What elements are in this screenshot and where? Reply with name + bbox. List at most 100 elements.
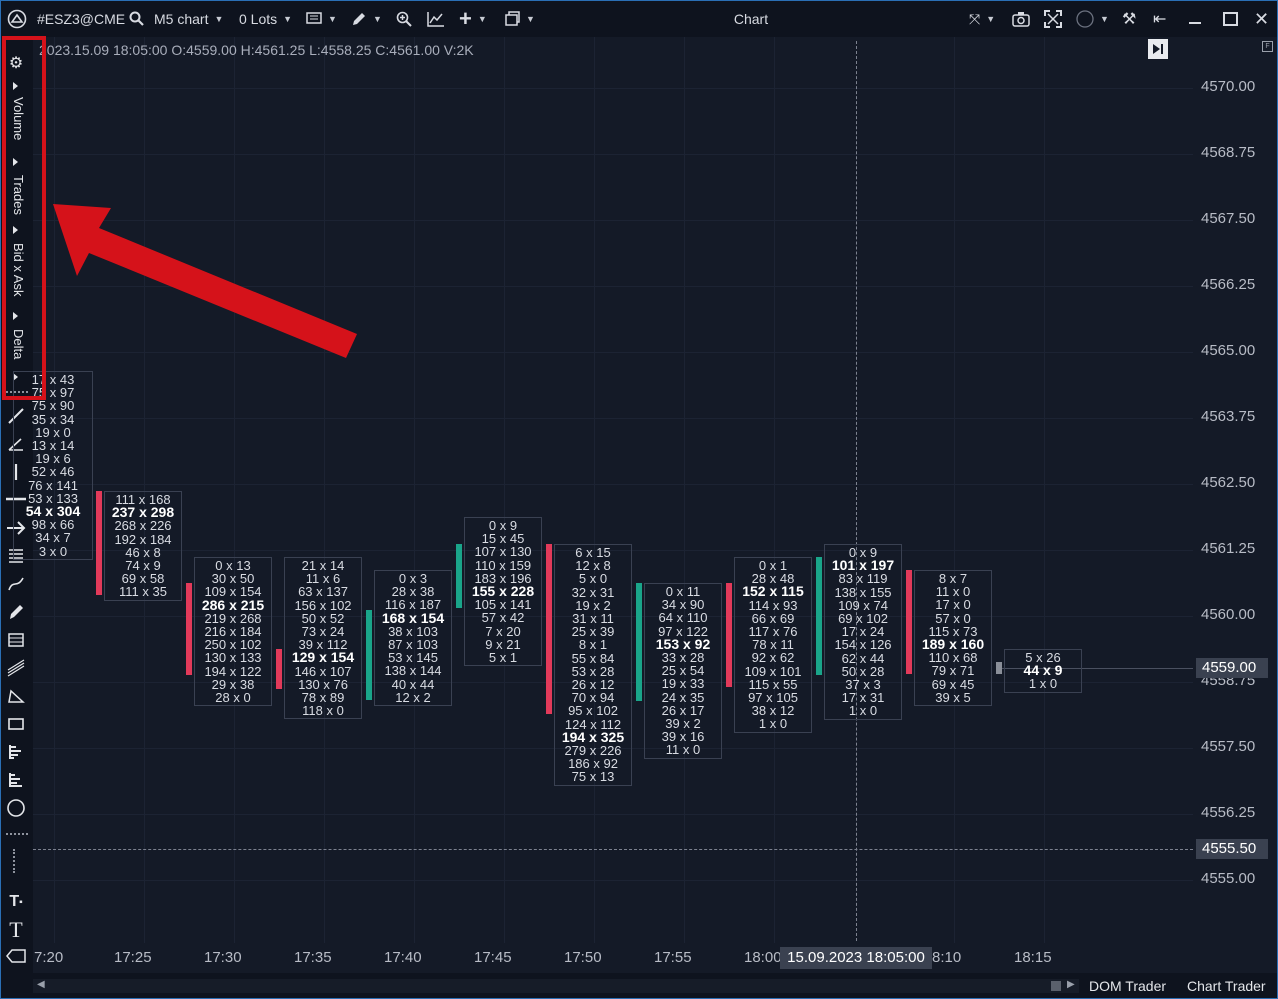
app-logo-icon[interactable]	[7, 1, 27, 37]
chart-area[interactable]	[33, 37, 1193, 943]
time-tick-label: 17:55	[654, 949, 692, 966]
text-lock-icon[interactable]: T ▪	[5, 891, 27, 913]
candle-body[interactable]	[456, 544, 462, 608]
symbol-label: #ESZ3@CME	[37, 11, 126, 27]
drawing-tool-dropdown[interactable]: ▼	[351, 1, 382, 37]
footprint-level: 21 x 14	[301, 558, 345, 573]
fibonacci-icon[interactable]	[5, 629, 27, 651]
footprint-level: 192 x 184	[114, 531, 172, 547]
volume-profile-icon[interactable]	[5, 741, 27, 763]
cursor-price-tag: 4555.50	[1196, 839, 1268, 859]
add-icon-dropdown[interactable]: + ▼	[459, 1, 487, 37]
footprint-level: 26 x 12	[571, 677, 615, 692]
chevron-down-icon: ▼	[214, 14, 224, 24]
scroll-to-end-button[interactable]	[1148, 39, 1168, 59]
tools-icon[interactable]: ⚒	[1122, 1, 1136, 37]
tab-dom-trader[interactable]: DOM Trader	[1089, 973, 1166, 998]
footprint-level: 219 x 268	[204, 610, 262, 626]
chevron-down-icon: ▼	[283, 14, 293, 24]
footprint-level: 57 x 0	[935, 610, 971, 626]
curve-icon[interactable]	[5, 573, 27, 595]
pin-left-icon: ⇤	[1153, 11, 1167, 28]
maximize-button[interactable]	[1223, 1, 1238, 37]
timeframe-dropdown[interactable]: M5 chart ▼	[154, 1, 223, 37]
footprint-level: 24 x 35	[661, 689, 705, 705]
candle-body[interactable]	[726, 583, 732, 687]
footprint-cluster[interactable]: 8 x 7 11 x 0 17 x 0 57 x 0 115 x 73 189 x 160…	[914, 570, 992, 706]
channel-icon[interactable]	[5, 657, 27, 679]
crosshair-dropdown[interactable]: ⤧ ▼	[969, 1, 995, 37]
scroll-left-icon[interactable]: ◀	[37, 979, 45, 990]
footprint-cluster[interactable]: 0 x 1 28 x 48 152 x 115 114 x 93 66 x 69 117 …	[734, 557, 812, 733]
pin-icon[interactable]: ⇤	[1153, 1, 1166, 37]
text-icon[interactable]: T	[5, 917, 27, 942]
triangle-icon[interactable]	[5, 685, 27, 707]
tab-chart-trader[interactable]: Chart Trader	[1187, 973, 1266, 998]
candle-body[interactable]	[276, 649, 282, 689]
ellipse-icon[interactable]	[5, 797, 27, 819]
pencil-icon[interactable]	[5, 601, 27, 623]
candle-body[interactable]	[816, 557, 822, 675]
plus-icon: +	[459, 6, 472, 31]
footprint-cluster[interactable]: 5 x 26 44 x 91 x 0	[1004, 649, 1082, 693]
footprint-level: 38 x 103	[388, 623, 438, 639]
price-scale-mode-button[interactable]: F	[1262, 41, 1273, 52]
footprint-level: 73 x 24	[301, 624, 345, 639]
symbol-search-icon[interactable]	[129, 1, 145, 37]
candle-body[interactable]	[636, 583, 642, 701]
footprint-level: 78 x 11	[752, 637, 794, 653]
ohlc-info-line: 2023.15.09 18:05:00 O:4559.00 H:4561.25 …	[39, 42, 474, 58]
footprint-cluster[interactable]: 0 x 9 101 x 197 83 x 119 138 x 155 109 x 74 6…	[824, 544, 902, 720]
footprint-level: 29 x 38	[211, 676, 255, 692]
footprint-level: 154 x 126	[834, 637, 892, 653]
footprint-level: 19 x 6	[35, 451, 71, 467]
scrollbar-thumb[interactable]	[1051, 981, 1061, 991]
footprint-level: 25 x 54	[661, 663, 705, 679]
footprint-cluster[interactable]: 0 x 13 30 x 50 109 x 154 286 x 215 219 x 268…	[194, 557, 272, 707]
footprint-level: 0 x 9	[488, 518, 518, 533]
candle-body[interactable]	[186, 583, 192, 675]
footprint-level: 8 x 7	[938, 571, 968, 586]
zoom-icon[interactable]	[396, 1, 412, 37]
footprint-level: 37 x 3	[845, 677, 881, 692]
candle-body[interactable]	[996, 662, 1002, 674]
footprint-level: 40 x 44	[391, 676, 435, 692]
lots-dropdown[interactable]: 0 Lots ▼	[239, 1, 292, 37]
footprint-cluster[interactable]: 21 x 14 11 x 6 63 x 137 156 x 102 50 x 52 73 …	[284, 557, 362, 720]
price-tick-label: 4560.00	[1201, 606, 1256, 623]
candle-body[interactable]	[366, 610, 372, 700]
link-color-dropdown[interactable]: ▼	[1076, 1, 1109, 37]
candle-body[interactable]	[96, 491, 102, 595]
close-button[interactable]: ✕	[1254, 1, 1269, 37]
footprint-cluster[interactable]: 0 x 9 15 x 45 107 x 130 110 x 159 183 x 196 1…	[464, 517, 542, 667]
footprint-level: 286 x 215	[201, 596, 265, 613]
footprint-cluster[interactable]: 111 x 168 237 x 298 268 x 226 192 x 184 46 x…	[104, 491, 182, 601]
screenshot-icon[interactable]	[1012, 1, 1030, 37]
horizontal-scrollbar[interactable]: ◀ ▶	[33, 979, 1079, 993]
chart-type-dropdown[interactable]: ▼	[306, 1, 337, 37]
fullscreen-icon[interactable]	[1043, 1, 1063, 37]
footprint-level: 105 x 141	[474, 597, 532, 613]
price-tick-label: 4563.75	[1201, 408, 1256, 425]
footprint-level: 168 x 154	[381, 609, 445, 626]
minimize-button[interactable]	[1189, 1, 1201, 37]
footprint-level: 3 x 0	[38, 543, 68, 559]
footprint-level: 54 x 304	[25, 503, 81, 519]
price-label-icon[interactable]	[5, 945, 27, 967]
candle-body[interactable]	[546, 544, 552, 714]
layout-dropdown[interactable]: ▼	[504, 1, 535, 37]
footprint-level: 17 x 24	[841, 624, 885, 640]
footprint-cluster[interactable]: 6 x 15 12 x 85 x 0 32 x 31 19 x 2 31 x 11 25 …	[554, 544, 632, 786]
rectangle-icon[interactable]	[5, 713, 27, 735]
footprint-level: 138 x 144	[384, 663, 442, 679]
current-price-tag: 4559.00	[1196, 658, 1268, 678]
volume-profile-2-icon[interactable]	[5, 769, 27, 791]
indicators-icon[interactable]	[427, 1, 445, 37]
scroll-right-icon[interactable]: ▶	[1067, 979, 1075, 990]
footprint-cluster[interactable]: 0 x 11 34 x 90 64 x 110 97 x 122 153 x 92 33 …	[644, 583, 722, 759]
symbol-selector[interactable]: #ESZ3@CME	[37, 1, 125, 37]
candle-body[interactable]	[906, 570, 912, 674]
footprint-level: 97 x 105	[748, 690, 798, 705]
price-tick-label: 4570.00	[1201, 78, 1256, 95]
footprint-cluster[interactable]: 0 x 3 28 x 38 116 x 187 168 x 154 38 x 103 87…	[374, 570, 452, 706]
